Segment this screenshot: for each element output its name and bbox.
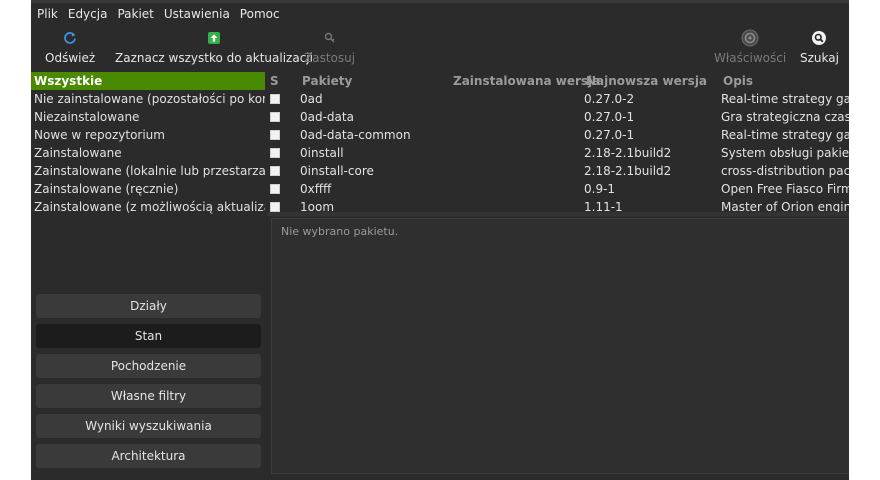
package-name: 0install	[300, 146, 344, 160]
latest-version: 2.18-2.1build2	[584, 164, 672, 178]
package-description: Real-time strategy game of ancient warfa…	[721, 92, 849, 106]
filter-item-new-in-repo[interactable]: Nowe w repozytorium	[31, 126, 265, 144]
latest-version: 0.27.0-1	[584, 128, 635, 142]
package-description: Open Free Fiasco Firmware Flasher	[721, 182, 849, 196]
toolbar: Odśwież Zaznacz wszystko do aktualizacji…	[31, 26, 849, 70]
apply-label: Zastosuj	[304, 51, 356, 65]
search-results-button[interactable]: Wyniki wyszukiwania	[36, 414, 261, 438]
apply-button[interactable]: Zastosuj	[304, 26, 355, 70]
search-icon	[812, 31, 827, 45]
table-row[interactable]: 1oom 1.11-1 Master of Orion engine	[267, 198, 849, 212]
status-checkbox[interactable]	[270, 184, 280, 194]
package-list: S Pakiety Zainstalowana wersja Najnowsza…	[267, 72, 849, 212]
mark-all-label: Zaznacz wszystko do aktualizacji	[115, 51, 313, 65]
filter-item-installed-manual[interactable]: Zainstalowane (ręcznie)	[31, 180, 265, 198]
filter-item-installed-local-obsolete[interactable]: Zainstalowane (lokalnie lub przestarzałe…	[31, 162, 265, 180]
package-name: 0ad-data	[300, 110, 354, 124]
table-row[interactable]: 0install-core 2.18-2.1build2 cross-distr…	[267, 162, 849, 180]
refresh-icon	[64, 32, 76, 44]
status-checkbox[interactable]	[270, 148, 280, 158]
menu-edycja[interactable]: Edycja	[63, 4, 113, 24]
package-description: Master of Orion engine	[721, 200, 849, 212]
table-row[interactable]: 0ad 0.27.0-2 Real-time strategy game of …	[267, 90, 849, 108]
no-package-selected-message: Nie wybrano pakietu.	[281, 225, 399, 238]
search-label: Szukaj	[800, 51, 839, 65]
package-name: 0install-core	[300, 164, 374, 178]
menu-ustawienia[interactable]: Ustawienia	[159, 4, 235, 24]
package-description: Gra strategiczna czasu rzeczywistego	[721, 110, 849, 124]
search-button[interactable]: Szukaj	[800, 26, 839, 70]
refresh-button[interactable]: Odśwież	[45, 26, 95, 70]
origin-button[interactable]: Pochodzenie	[36, 354, 261, 378]
table-row[interactable]: 0ad-data-common 0.27.0-1 Real-time strat…	[267, 126, 849, 144]
package-details-pane: Nie wybrano pakietu.	[271, 218, 849, 474]
custom-filters-button[interactable]: Własne filtry	[36, 384, 261, 408]
pane-splitter[interactable]	[267, 212, 849, 216]
column-description[interactable]: Opis	[723, 72, 753, 90]
latest-version: 0.27.0-1	[584, 110, 635, 124]
synaptic-window: Plik Edycja Pakiet Ustawienia Pomoc Odśw…	[31, 0, 849, 480]
column-installed-version[interactable]: Zainstalowana wersja	[453, 72, 600, 90]
menu-pomoc[interactable]: Pomoc	[235, 4, 285, 24]
status-button[interactable]: Stan	[36, 324, 261, 348]
filter-item-not-installed-residual[interactable]: Nie zainstalowane (pozostałości po konfi…	[31, 90, 265, 108]
latest-version: 2.18-2.1build2	[584, 146, 672, 160]
package-name: 1oom	[300, 200, 335, 212]
latest-version: 0.9-1	[584, 182, 616, 196]
properties-button[interactable]: Właściwości	[714, 26, 786, 70]
sections-button[interactable]: Działy	[36, 294, 261, 318]
filter-group-buttons: Działy Stan Pochodzenie Własne filtry Wy…	[36, 294, 261, 474]
column-latest-version[interactable]: Najnowsza wersja	[586, 72, 707, 90]
properties-label: Właściwości	[714, 51, 787, 65]
filter-item-all[interactable]: Wszystkie	[31, 72, 265, 90]
menubar: Plik Edycja Pakiet Ustawienia Pomoc	[31, 4, 285, 24]
status-checkbox[interactable]	[270, 94, 280, 104]
mark-all-upgrades-button[interactable]: Zaznacz wszystko do aktualizacji	[115, 26, 313, 70]
package-name: 0ad	[300, 92, 323, 106]
package-description: System obsługi pakietów, rozproszony	[721, 146, 849, 160]
filter-item-not-installed[interactable]: Niezainstalowane	[31, 108, 265, 126]
architecture-button[interactable]: Architektura	[36, 444, 261, 468]
latest-version: 1.11-1	[584, 200, 623, 212]
package-description: Real-time strategy game of ancient warfa…	[721, 128, 849, 142]
column-status[interactable]: S	[270, 72, 279, 90]
menu-plik[interactable]: Plik	[31, 4, 63, 24]
apply-icon	[324, 32, 335, 43]
menu-pakiet[interactable]: Pakiet	[112, 4, 158, 24]
table-row[interactable]: 0xffff 0.9-1 Open Free Fiasco Firmware F…	[267, 180, 849, 198]
refresh-label: Odśwież	[45, 51, 96, 65]
package-name: 0ad-data-common	[300, 128, 411, 142]
status-checkbox[interactable]	[270, 112, 280, 122]
table-row[interactable]: 0ad-data 0.27.0-1 Gra strategiczna czasu…	[267, 108, 849, 126]
filter-list: Wszystkie Nie zainstalowane (pozostałośc…	[31, 72, 265, 216]
column-package[interactable]: Pakiety	[302, 72, 352, 90]
package-description: cross-distribution packaging system	[721, 164, 849, 178]
filter-item-installed[interactable]: Zainstalowane	[31, 144, 265, 162]
status-checkbox[interactable]	[270, 166, 280, 176]
package-name: 0xffff	[300, 182, 332, 196]
table-row[interactable]: 0install 2.18-2.1build2 System obsługi p…	[267, 144, 849, 162]
properties-icon	[741, 29, 759, 47]
latest-version: 0.27.0-2	[584, 92, 635, 106]
status-checkbox[interactable]	[270, 130, 280, 140]
status-checkbox[interactable]	[270, 202, 280, 212]
package-list-header: S Pakiety Zainstalowana wersja Najnowsza…	[267, 72, 849, 90]
upgrade-icon	[207, 32, 220, 44]
filter-item-installed-upgradable[interactable]: Zainstalowane (z możliwością aktualizacj…	[31, 198, 265, 216]
